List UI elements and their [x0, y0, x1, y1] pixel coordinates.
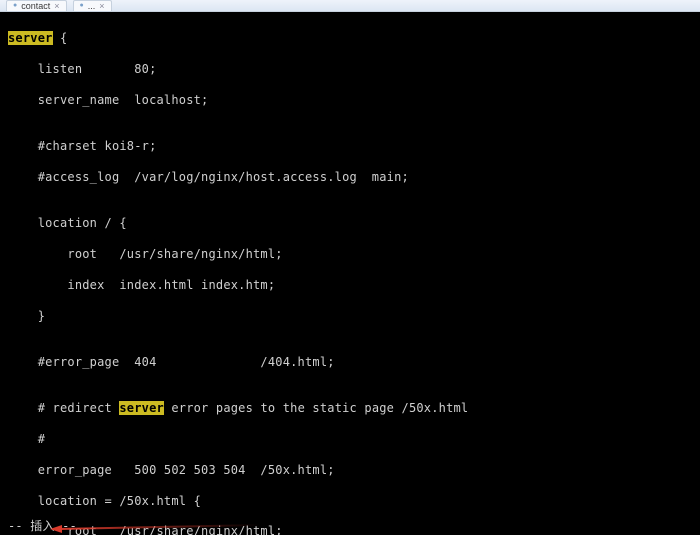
- code-line: root /usr/share/nginx/html;: [8, 524, 700, 535]
- highlight-server: server: [8, 31, 53, 45]
- editor-window: ● contact × ● ... × server { listen 80; …: [0, 0, 700, 535]
- code-line: server_name localhost;: [8, 93, 700, 108]
- vim-mode-status: -- 插入 --: [8, 519, 77, 534]
- code-line: #error_page 404 /404.html;: [8, 355, 700, 370]
- titlebar: ● contact × ● ... ×: [0, 0, 700, 12]
- tab-1-close-icon[interactable]: ×: [54, 1, 59, 11]
- tab-2-label: ...: [88, 1, 96, 11]
- code-line: location = /50x.html {: [8, 494, 700, 509]
- tab-1[interactable]: ● contact ×: [6, 0, 67, 11]
- code-line: root /usr/share/nginx/html;: [8, 247, 700, 262]
- tab-dot-icon: ●: [13, 1, 17, 11]
- code-line: # redirect server error pages to the sta…: [8, 401, 700, 416]
- code-line: location / {: [8, 216, 700, 231]
- terminal[interactable]: server { listen 80; server_name localhos…: [0, 12, 700, 535]
- code-line: error_page 500 502 503 504 /50x.html;: [8, 463, 700, 478]
- tab-1-label: contact: [21, 1, 50, 11]
- highlight-server: server: [119, 401, 164, 415]
- tab-dot-icon: ●: [80, 1, 84, 11]
- tab-2-close-icon[interactable]: ×: [99, 1, 104, 11]
- code-line: #access_log /var/log/nginx/host.access.l…: [8, 170, 700, 185]
- code-line: }: [8, 309, 700, 324]
- code-line: listen 80;: [8, 62, 700, 77]
- vim-mode-text: -- 插入 --: [8, 519, 77, 534]
- code-line: #: [8, 432, 700, 447]
- code-line: index index.html index.htm;: [8, 278, 700, 293]
- code-line: #charset koi8-r;: [8, 139, 700, 154]
- code-line: server {: [8, 31, 700, 46]
- tab-2[interactable]: ● ... ×: [73, 0, 112, 11]
